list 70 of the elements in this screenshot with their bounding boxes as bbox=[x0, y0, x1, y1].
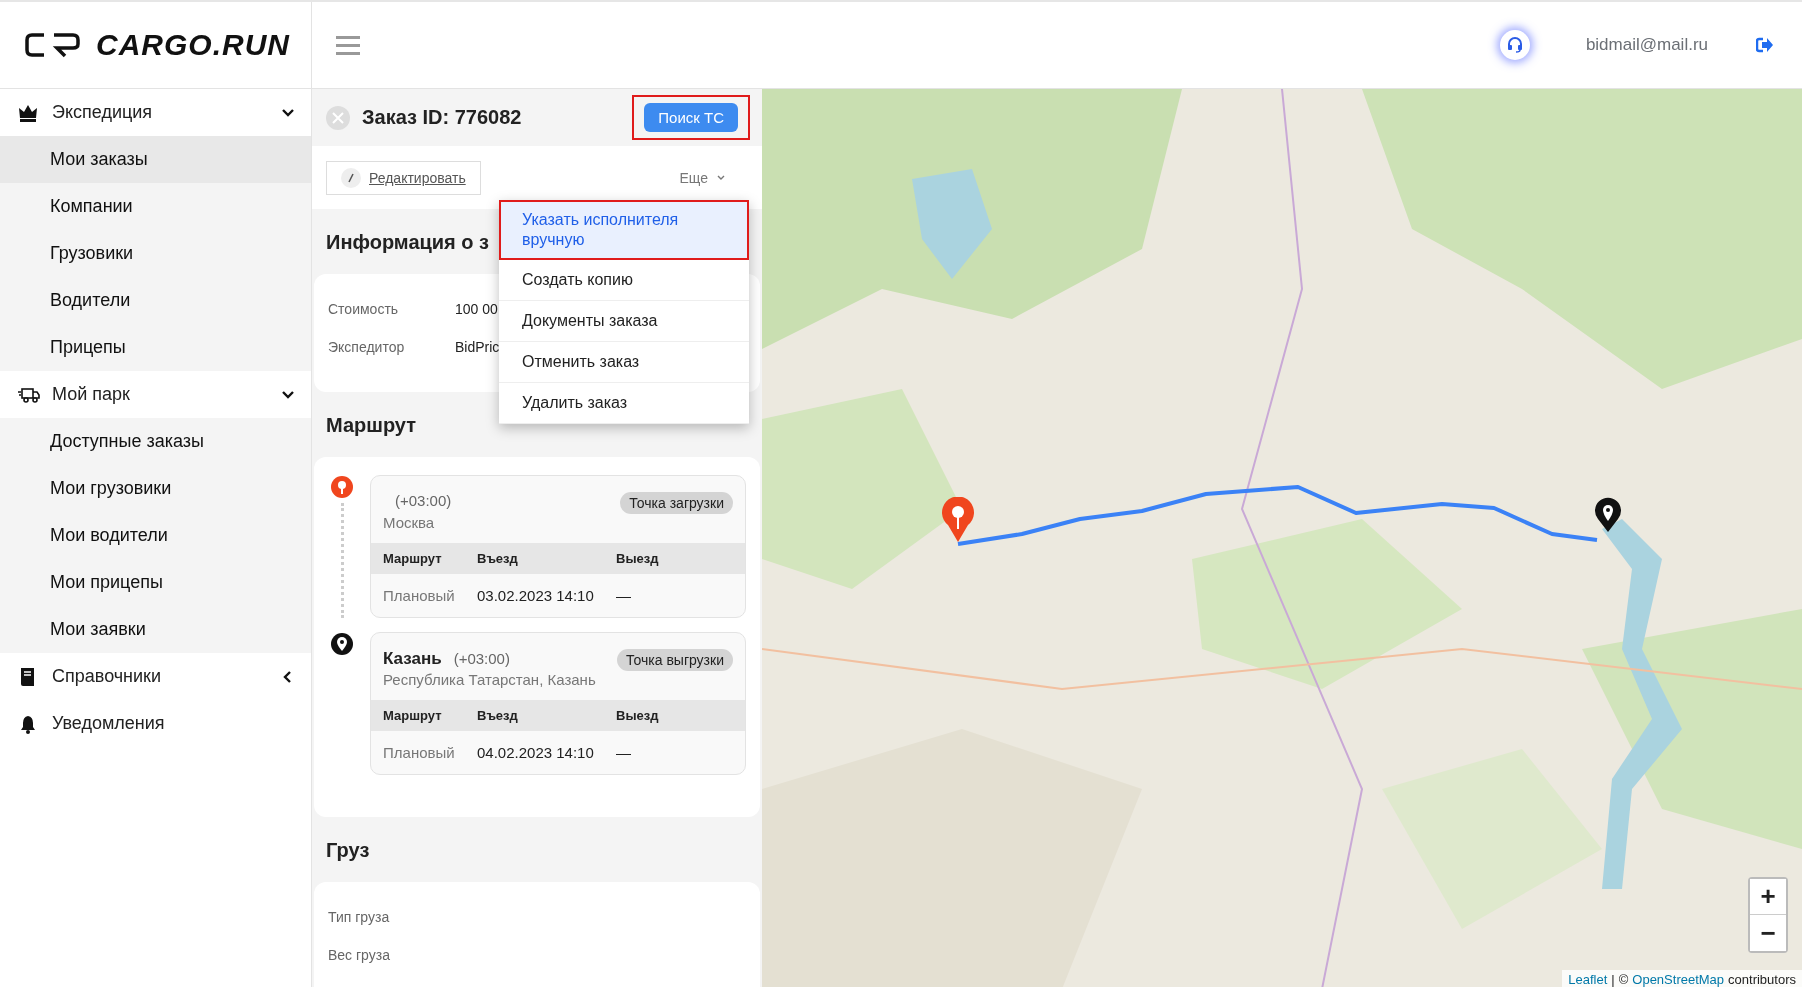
table-cell-text: — bbox=[616, 587, 632, 604]
sidebar-item[interactable]: Мои водители bbox=[0, 512, 311, 559]
logout-icon[interactable] bbox=[1756, 37, 1774, 53]
stop-type-tag: Точка выгрузки bbox=[617, 649, 733, 671]
column-header: Въезд bbox=[477, 551, 519, 566]
map-marker-icon bbox=[1593, 497, 1623, 533]
sidebar-item[interactable]: Мои грузовики bbox=[0, 465, 311, 512]
field-label: Вес груза bbox=[328, 946, 391, 965]
location-pin-icon bbox=[330, 475, 354, 499]
user-email: bidmail@mail.ru bbox=[1585, 35, 1708, 55]
column-header: Выезд bbox=[616, 551, 660, 566]
stop-type-tag: Точка загрузки bbox=[620, 492, 733, 514]
stop-address: Москва bbox=[383, 514, 436, 531]
sidebar-item[interactable]: Мои прицепы bbox=[0, 559, 311, 606]
group-label: Экспедиция bbox=[52, 102, 154, 123]
order-title: Заказ ID: 776082 bbox=[362, 106, 523, 129]
menu-item[interactable]: Указать исполнителя вручную bbox=[499, 200, 749, 260]
table-cell-text: 03.02.2023 14:10 bbox=[477, 587, 595, 604]
group-label: Уведомления bbox=[52, 713, 166, 734]
column-header: Выезд bbox=[616, 708, 660, 723]
section-title: Информация о з bbox=[326, 231, 490, 254]
table-cell-text: Плановый bbox=[383, 744, 456, 761]
edit-button[interactable]: Редактировать bbox=[326, 160, 481, 195]
city-name: Казань bbox=[383, 649, 442, 669]
menu-item[interactable]: Создать копию bbox=[499, 260, 749, 301]
table-cell-text: — bbox=[616, 744, 632, 761]
field-label: Экспедитор bbox=[328, 338, 406, 357]
sidebar-item[interactable]: Водители bbox=[0, 277, 311, 324]
headset-icon bbox=[1506, 37, 1523, 53]
field-value: BidPric bbox=[455, 338, 500, 357]
table-cell-text: Плановый bbox=[383, 587, 456, 604]
menu-icon[interactable] bbox=[336, 35, 360, 55]
group-label: Мой парк bbox=[52, 384, 131, 405]
section-title: Груз bbox=[326, 839, 370, 862]
map-marker-icon bbox=[940, 497, 976, 543]
column-header: Маршрут bbox=[383, 551, 443, 566]
sidebar-item[interactable]: Доступные заказы bbox=[0, 418, 311, 465]
sidebar-item[interactable]: Мои заказы bbox=[0, 136, 311, 183]
caret-icon bbox=[716, 173, 726, 182]
location-pin-icon bbox=[330, 632, 354, 656]
attribution-text: contributors bbox=[1728, 972, 1796, 987]
attribution-text: | bbox=[1611, 972, 1615, 987]
menu-item[interactable]: Документы заказа bbox=[499, 301, 749, 342]
column-header: Маршрут bbox=[383, 708, 443, 723]
field-label: Стоимость bbox=[328, 300, 400, 319]
section-title: Маршрут bbox=[326, 414, 417, 437]
more-dropdown[interactable]: Еще bbox=[673, 168, 732, 187]
stop-address: Республика Татарстан, Казань bbox=[383, 671, 597, 688]
field-label: Тип груза bbox=[328, 908, 391, 927]
sidebar-item[interactable]: Мои заявки bbox=[0, 606, 311, 653]
support-button[interactable] bbox=[1499, 30, 1530, 60]
logo-icon bbox=[24, 32, 82, 58]
timezone: (+03:00) bbox=[453, 650, 510, 667]
field-value: 100 00 bbox=[455, 300, 498, 319]
table-cell-text: 04.02.2023 14:10 bbox=[477, 744, 595, 761]
group-label: Справочники bbox=[52, 666, 163, 687]
sidebar-item[interactable]: Грузовики bbox=[0, 230, 311, 277]
close-icon bbox=[332, 111, 344, 124]
menu-item[interactable]: Отменить заказ bbox=[499, 342, 749, 383]
attribution-text: © bbox=[1618, 972, 1629, 987]
attribution-link[interactable]: Leaflet bbox=[1568, 972, 1608, 987]
sidebar-item[interactable]: Прицепы bbox=[0, 324, 311, 371]
logo-text: CARGO.RUN bbox=[96, 28, 290, 62]
menu-item[interactable]: Удалить заказ bbox=[499, 383, 749, 424]
pencil-icon bbox=[346, 172, 356, 183]
sidebar-item[interactable]: Компании bbox=[0, 183, 311, 230]
column-header: Въезд bbox=[477, 708, 519, 723]
zoom-in-button[interactable]: + bbox=[1750, 879, 1786, 915]
attribution-link[interactable]: OpenStreetMap bbox=[1632, 972, 1725, 987]
timezone: (+03:00) bbox=[395, 492, 452, 509]
